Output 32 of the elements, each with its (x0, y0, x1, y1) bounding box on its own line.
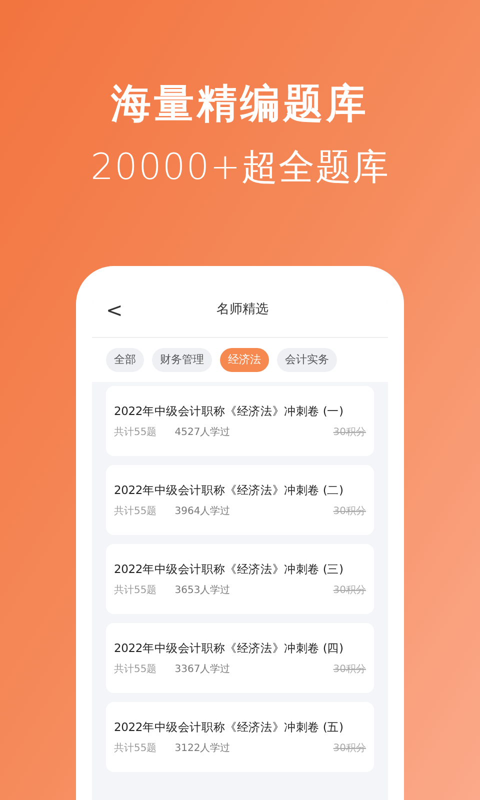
paper-card[interactable]: 2022年中级会计职称《经济法》冲刺卷 (三) 共计55题 3653人学过 30积分 (106, 544, 374, 614)
paper-title: 2022年中级会计职称《经济法》冲刺卷 (二) (114, 482, 344, 499)
filter-tab[interactable]: 全部 (106, 348, 144, 372)
paper-card[interactable]: 2022年中级会计职称《经济法》冲刺卷 (五) 共计55题 3122人学过 30积分 (106, 702, 374, 772)
question-count: 共计55题 (114, 505, 157, 519)
question-count: 共计55题 (114, 742, 157, 756)
original-price: 30积分 (333, 505, 366, 519)
learner-count: 3964人学过 (174, 505, 230, 519)
learner-count: 3653人学过 (174, 584, 230, 598)
filter-tab[interactable]: 财务管理 (152, 348, 212, 372)
paper-card[interactable]: 2022年中级会计职称《经济法》冲刺卷 (一) 共计55题 4527人学过 30积分 (106, 386, 374, 456)
learner-count: 4527人学过 (174, 426, 230, 440)
paper-card[interactable]: 2022年中级会计职称《经济法》冲刺卷 (二) 共计55题 3964人学过 30积分 (106, 465, 374, 535)
headline: 海量精编题库 (111, 80, 369, 128)
original-price: 30积分 (333, 742, 366, 756)
subheadline: 20000+超全题库 (90, 146, 390, 190)
learner-count: 3367人学过 (174, 663, 230, 677)
original-price: 30积分 (333, 663, 366, 677)
filter-tab[interactable]: 会计实务 (277, 348, 337, 372)
screen-title: 名师精选 (216, 300, 268, 319)
paper-card[interactable]: 2022年中级会计职称《经济法》冲刺卷 (四) 共计55题 3367人学过 30积分 (106, 623, 374, 693)
paper-title: 2022年中级会计职称《经济法》冲刺卷 (一) (114, 403, 344, 420)
original-price: 30积分 (333, 426, 366, 440)
paper-title: 2022年中级会计职称《经济法》冲刺卷 (三) (114, 561, 344, 578)
learner-count: 3122人学过 (174, 742, 230, 756)
question-count: 共计55题 (114, 426, 157, 440)
original-price: 30积分 (333, 584, 366, 598)
back-button[interactable]: < (106, 300, 123, 320)
paper-title: 2022年中级会计职称《经济法》冲刺卷 (五) (114, 719, 344, 736)
question-count: 共计55题 (114, 663, 157, 677)
paper-title: 2022年中级会计职称《经济法》冲刺卷 (四) (114, 640, 344, 657)
question-count: 共计55题 (114, 584, 157, 598)
